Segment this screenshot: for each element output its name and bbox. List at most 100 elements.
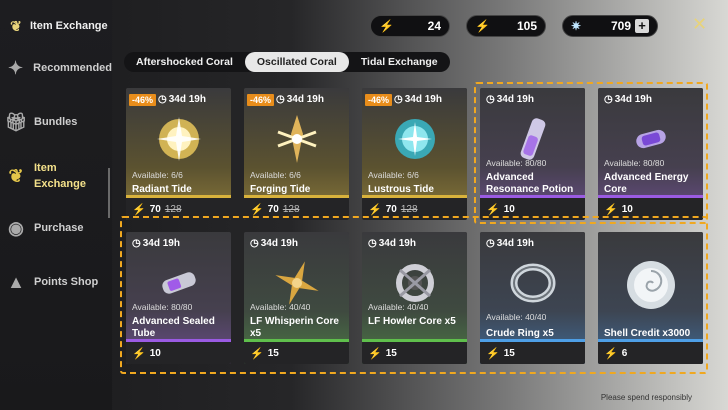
item-name: Advanced Resonance Potion — [486, 172, 574, 195]
clock-icon: ◷ — [486, 94, 495, 105]
clock-icon: ◷ — [158, 94, 167, 105]
sidebar-item-item-exchange[interactable]: ❦ Item Exchange — [0, 160, 112, 218]
price: 15 — [385, 347, 397, 359]
clock-icon: ◷ — [368, 238, 377, 249]
shop-item-card[interactable]: Shell Credit x3000 ⚡ 6 — [598, 232, 703, 364]
price-row: ⚡ 15 — [480, 342, 585, 364]
sidebar-title: Item Exchange — [30, 20, 108, 32]
availability: Available: 6/6 — [132, 170, 183, 180]
shop-item-card[interactable]: ◷ 34d 19h Available: 40/40 LF Whisperin C… — [244, 232, 349, 364]
currency-lustrous-tide: ⚡ 105 — [466, 15, 546, 37]
coral-icon: ❦ — [8, 165, 24, 186]
timer: ◷ 34d 19h — [250, 238, 298, 249]
item-exchange-screen: ❦ Item Exchange ✦ Recommended 🎁︎ Bundles… — [0, 0, 728, 410]
availability: Available: 6/6 — [368, 170, 419, 180]
clock-icon: ◷ — [394, 94, 403, 105]
gift-icon: 🎁︎ — [4, 111, 28, 132]
shop-item-card[interactable]: -46% ◷ 34d 19h Available: 6/6 Lustrous Ti… — [362, 88, 467, 220]
old-price: 128 — [400, 203, 418, 215]
sidebar-item-purchase[interactable]: ◉ Purchase — [0, 216, 112, 240]
price: 10 — [149, 347, 161, 359]
shop-item-card[interactable]: -46% ◷ 34d 19h Available: 6/6 Radiant Tid… — [126, 88, 231, 220]
price-row: ⚡ 15 — [362, 342, 467, 364]
old-price: 128 — [164, 203, 182, 215]
currency-oscillated-coral: ⚡ 24 — [370, 15, 450, 37]
recommended-icon: ✦ — [8, 57, 24, 78]
close-icon[interactable]: ✕ — [692, 14, 712, 34]
timer-value: 34d 19h — [168, 94, 206, 105]
lustrous-tide-currency-icon: ⚡ — [250, 203, 264, 216]
timer: ◷ 34d 19h — [486, 94, 534, 105]
lustrous-tide-currency-icon: ⚡ — [604, 347, 618, 360]
lustrous-tide-currency-icon: ⚡ — [250, 347, 264, 360]
currency-value: 24 — [427, 19, 441, 33]
price-row: ⚡ 70 128 — [126, 198, 231, 220]
price: 6 — [621, 347, 628, 359]
availability: Available: 40/40 — [368, 302, 429, 312]
price-row: ⚡ 10 — [480, 198, 585, 220]
astrite-icon: ✷ — [571, 19, 582, 33]
tab-tidal-exchange[interactable]: Tidal Exchange — [349, 52, 450, 72]
sidebar-item-label: Purchase — [34, 222, 84, 234]
sidebar-item-label: Recommended — [33, 62, 112, 74]
shop-item-card[interactable]: ◷ 34d 19h Available: 80/80 Advanced Reson… — [480, 88, 585, 220]
coral-icon: ❦ — [10, 18, 22, 34]
timer-value: 34d 19h — [404, 94, 442, 105]
exchange-tabs: Aftershocked Coral Oscillated Coral Tida… — [124, 52, 450, 72]
shop-item-card[interactable]: -46% ◷ 34d 19h Available: 6/6 Forging Tid… — [244, 88, 349, 220]
sidebar-item-bundles[interactable]: 🎁︎ Bundles — [0, 110, 112, 134]
lustrous-tide-currency-icon: ⚡ — [132, 347, 146, 360]
points-shop-icon: ▲ — [7, 271, 25, 292]
sidebar-item-label: Bundles — [34, 116, 78, 128]
discount-badge: -46% — [129, 94, 157, 106]
timer-value: 34d 19h — [496, 238, 534, 249]
currency-astrite: ✷ 709 + — [562, 15, 658, 37]
shop-item-card[interactable]: ◷ 34d 19h Available: 40/40 Crude Ring x5 … — [480, 232, 585, 364]
old-price: 128 — [282, 203, 300, 215]
item-name: LF Whisperin Core x5 — [250, 316, 339, 339]
tab-aftershocked-coral[interactable]: Aftershocked Coral — [124, 52, 245, 72]
availability: Available: 80/80 — [132, 302, 193, 312]
timer-value: 34d 19h — [142, 238, 180, 249]
timer: ◷ 34d 19h — [486, 238, 534, 249]
currency-value: 105 — [516, 19, 537, 33]
sidebar-item-recommended[interactable]: ✦ Recommended — [0, 56, 112, 80]
timer-value: 34d 19h — [260, 238, 298, 249]
timer: ◷ 34d 19h — [158, 94, 206, 105]
price: 70 — [267, 203, 279, 215]
shop-item-card[interactable]: ◷ 34d 19h Available: 80/80 Advanced Seale… — [126, 232, 231, 364]
clock-icon: ◷ — [276, 94, 285, 105]
sidebar-item-label: Points Shop — [34, 276, 99, 288]
lustrous-tide-currency-icon: ⚡ — [368, 347, 382, 360]
shell-credit-icon — [598, 254, 703, 316]
price: 15 — [267, 347, 279, 359]
lustrous-tide-icon — [362, 108, 467, 170]
crude-ring-icon — [480, 252, 585, 314]
purchase-icon: ◉ — [8, 217, 24, 238]
discount-badge: -46% — [247, 94, 275, 106]
discount-badge: -46% — [365, 94, 393, 106]
price-row: ⚡ 70 128 — [244, 198, 349, 220]
price: 10 — [503, 203, 515, 215]
price: 15 — [503, 347, 515, 359]
item-name: Advanced Sealed Tube — [132, 316, 215, 339]
timer-value: 34d 19h — [614, 94, 652, 105]
timer: ◷ 34d 19h — [394, 94, 442, 105]
price-row: ⚡ 70 128 — [362, 198, 467, 220]
forging-tide-icon — [244, 108, 349, 170]
oscillated-coral-icon: ⚡ — [379, 19, 394, 33]
shop-item-card[interactable]: ◷ 34d 19h Available: 40/40 LF Howler Core… — [362, 232, 467, 364]
timer-value: 34d 19h — [286, 94, 324, 105]
shop-item-card[interactable]: ◷ 34d 19h Available: 80/80 Advanced Energ… — [598, 88, 703, 220]
tab-oscillated-coral[interactable]: Oscillated Coral — [244, 52, 349, 72]
add-astrite-button[interactable]: + — [635, 19, 649, 33]
clock-icon: ◷ — [132, 238, 141, 249]
lustrous-tide-currency-icon: ⚡ — [132, 203, 146, 216]
clock-icon: ◷ — [486, 238, 495, 249]
radiant-tide-icon — [126, 108, 231, 170]
sidebar-item-points-shop[interactable]: ▲ Points Shop — [0, 270, 112, 294]
lustrous-tide-currency-icon: ⚡ — [475, 19, 490, 33]
timer: ◷ 34d 19h — [604, 94, 652, 105]
availability: Available: 6/6 — [250, 170, 301, 180]
availability: Available: 80/80 — [604, 158, 665, 168]
